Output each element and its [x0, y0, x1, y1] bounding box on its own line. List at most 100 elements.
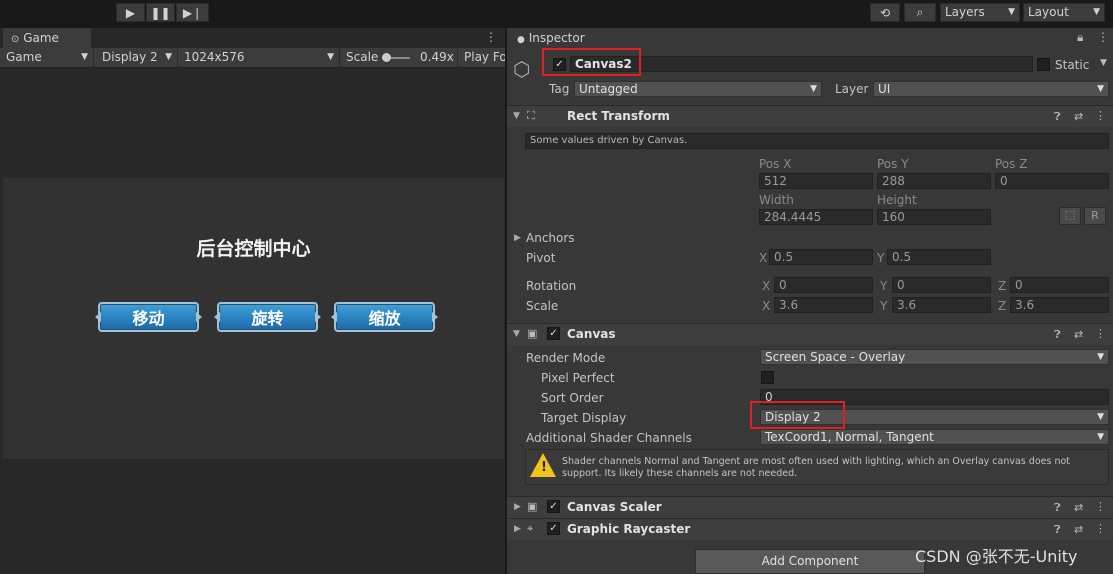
blueprint-mode-icon[interactable]: ⬚: [1059, 207, 1081, 225]
graphic-raycaster-header[interactable]: ▶ ⌖ ✓ Graphic Raycaster ❓︎ ⇄ ⋮: [507, 518, 1113, 540]
lock-icon[interactable]: 🔒︎: [1077, 30, 1083, 45]
static-label: Static: [1055, 58, 1090, 72]
game-title: 后台控制中心: [196, 238, 311, 260]
presets-icon[interactable]: ⇄: [1074, 328, 1083, 341]
history-icon: ⟲: [879, 5, 891, 20]
rot-y-field[interactable]: 0: [892, 277, 991, 293]
panel-menu-icon[interactable]: ⋮: [485, 30, 497, 44]
panel-menu-icon[interactable]: ⋮: [1097, 30, 1109, 44]
static-checkbox[interactable]: [1037, 58, 1050, 71]
rect-transform-title: Rect Transform: [567, 109, 670, 123]
tab-inspector-label: Inspector: [528, 31, 585, 45]
move-button[interactable]: 移动: [98, 302, 199, 332]
game-view-toolbar: Game ▼ Display 2 ▼ 1024x576 ▼ Scale 0.49x P…: [0, 48, 505, 68]
component-menu-icon[interactable]: ⋮: [1095, 327, 1106, 340]
help-icon[interactable]: ❓︎: [1054, 328, 1061, 342]
target-display-label: Target Display: [541, 411, 627, 425]
posx-field[interactable]: 512: [759, 173, 873, 189]
tab-inspector[interactable]: ● Inspector: [509, 28, 599, 48]
shader-channels-dropdown[interactable]: TexCoord1, Normal, Tangent ▼: [760, 429, 1109, 445]
render-mode-dropdown[interactable]: Screen Space - Overlay ▼: [760, 349, 1109, 365]
chevron-down-icon: ▼: [1097, 432, 1104, 442]
scale-value: 0.49x: [420, 50, 454, 64]
inspector-panel: ● Inspector 🔒︎ ⋮ ⬡ ✓ Canvas2 Static ▼ Ta…: [507, 28, 1113, 574]
play-focused-label: Play Fo: [464, 50, 505, 64]
component-menu-icon[interactable]: ⋮: [1095, 500, 1106, 513]
graphic-raycaster-enabled-checkbox[interactable]: ✓: [547, 522, 560, 535]
play-button[interactable]: ▶: [116, 3, 145, 22]
scale-x-field[interactable]: 3.6: [774, 297, 873, 313]
static-dropdown-icon[interactable]: ▼: [1100, 58, 1107, 68]
canvas-scaler-enabled-checkbox[interactable]: ✓: [547, 500, 560, 513]
collapse-arrow-icon: ▼: [513, 329, 520, 339]
resolution-dropdown[interactable]: 1024x576 ▼: [178, 48, 340, 67]
raw-edit-button[interactable]: R: [1084, 207, 1106, 225]
expand-arrow-icon: ▶: [514, 524, 521, 534]
game-view-dropdown[interactable]: Game ▼: [0, 48, 94, 67]
layer-dropdown[interactable]: UI ▼: [873, 81, 1109, 97]
pivot-y-field[interactable]: 0.5: [887, 249, 991, 265]
presets-icon[interactable]: ⇄: [1074, 110, 1083, 123]
add-component-button[interactable]: Add Component: [695, 549, 925, 574]
search-button[interactable]: ⌕: [904, 3, 936, 22]
help-icon[interactable]: ❓︎: [1054, 501, 1061, 515]
canvas-header[interactable]: ▼ ▣ ✓ Canvas ❓︎ ⇄ ⋮: [507, 323, 1113, 345]
rect-transform-icon: ⛶: [527, 109, 535, 122]
presets-icon[interactable]: ⇄: [1074, 523, 1083, 536]
play-focused-dropdown[interactable]: Play Fo: [458, 48, 505, 67]
rot-z-field[interactable]: 0: [1010, 277, 1109, 293]
scale-button[interactable]: 缩放: [334, 302, 435, 332]
anchors-label[interactable]: Anchors: [526, 231, 575, 245]
resolution-label: 1024x576: [184, 50, 245, 64]
presets-icon[interactable]: ⇄: [1074, 501, 1083, 514]
scale-control: Scale 0.49x: [340, 48, 458, 67]
highlight-box-name: [542, 48, 641, 76]
width-field[interactable]: 284.4445: [759, 209, 873, 225]
rotate-button[interactable]: 旋转: [217, 302, 318, 332]
chevron-down-icon: ▼: [1097, 84, 1104, 94]
tab-game[interactable]: ⊙ Game: [3, 28, 91, 48]
pause-button[interactable]: ❚❚: [146, 3, 175, 22]
pivot-x-field[interactable]: 0.5: [769, 249, 873, 265]
tag-dropdown[interactable]: Untagged ▼: [574, 81, 822, 97]
expand-arrow-icon[interactable]: ▶: [514, 233, 521, 243]
layers-dropdown[interactable]: Layers ▼: [940, 3, 1020, 22]
rot-x-label: X: [762, 279, 771, 293]
driven-note: Some values driven by Canvas.: [525, 133, 1109, 149]
step-button[interactable]: ▶❘: [176, 3, 209, 22]
graphic-raycaster-icon: ⌖: [527, 522, 534, 535]
layout-label: Layout: [1028, 5, 1069, 19]
scale-z-field[interactable]: 3.6: [1010, 297, 1109, 313]
chevron-down-icon: ▼: [81, 52, 88, 62]
height-field[interactable]: 160: [877, 209, 991, 225]
warning-box: ! Shader channels Normal and Tangent are…: [525, 449, 1109, 485]
chevron-down-icon: ▼: [810, 84, 817, 94]
canvas-enabled-checkbox[interactable]: ✓: [547, 327, 560, 340]
pixel-perfect-checkbox[interactable]: [761, 371, 774, 384]
play-icon: ▶: [125, 5, 136, 20]
chevron-down-icon: ▼: [165, 52, 172, 62]
scale-y-label: Y: [880, 299, 888, 313]
graphic-raycaster-title: Graphic Raycaster: [567, 522, 691, 536]
chevron-down-icon: ▼: [1097, 412, 1104, 422]
canvas-scaler-header[interactable]: ▶ ▣ ✓ Canvas Scaler ❓︎ ⇄ ⋮: [507, 496, 1113, 518]
component-menu-icon[interactable]: ⋮: [1095, 109, 1106, 122]
help-icon[interactable]: ❓︎: [1054, 110, 1061, 124]
help-icon[interactable]: ❓︎: [1054, 523, 1061, 537]
layer-value: UI: [878, 82, 891, 96]
layout-dropdown[interactable]: Layout ▼: [1023, 3, 1105, 22]
posy-label: Pos Y: [877, 157, 909, 171]
rect-transform-header[interactable]: ▼ ⛶ Rect Transform ❓︎ ⇄ ⋮: [507, 105, 1113, 127]
rot-x-field[interactable]: 0: [774, 277, 873, 293]
posz-field[interactable]: 0: [995, 173, 1109, 189]
chevron-down-icon: ▼: [1097, 352, 1104, 362]
watermark-text: CSDN @张不无-Unity: [915, 547, 1078, 566]
scale-slider-handle[interactable]: [382, 53, 391, 62]
display-dropdown[interactable]: Display 2 ▼: [96, 48, 178, 67]
chevron-down-icon: ▼: [1008, 7, 1015, 17]
history-button[interactable]: ⟲: [870, 3, 900, 22]
info-icon: ●: [517, 35, 525, 45]
scale-y-field[interactable]: 3.6: [892, 297, 991, 313]
component-menu-icon[interactable]: ⋮: [1095, 522, 1106, 535]
posy-field[interactable]: 288: [877, 173, 991, 189]
